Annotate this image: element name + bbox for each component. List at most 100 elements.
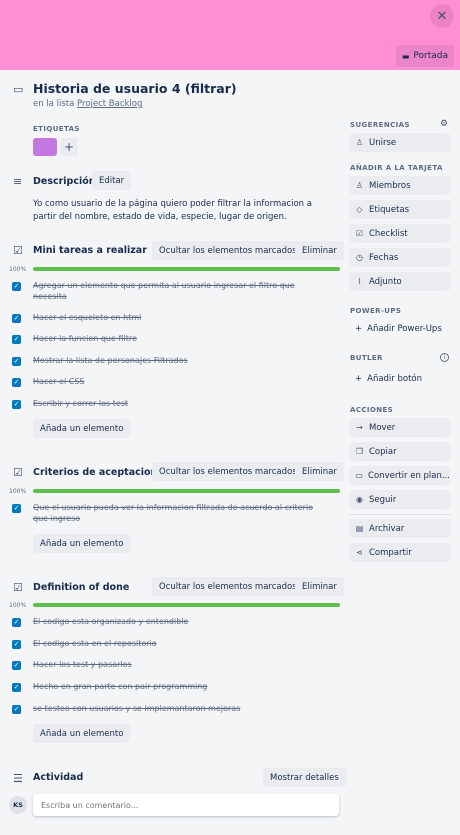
archive-icon: ▤: [355, 524, 364, 533]
hide-checked-button[interactable]: Ocultar los elementos marcados: [152, 462, 304, 481]
copy-button[interactable]: ❐ Copiar: [350, 442, 450, 461]
clock-icon: ◷: [356, 253, 363, 262]
checklist-progress-percent: 100%: [9, 266, 27, 273]
template-icon: ▭: [355, 471, 363, 480]
checklist-progress-percent: 100%: [9, 602, 27, 609]
delete-checklist-button[interactable]: Eliminar: [295, 241, 344, 260]
convert-label: Convertir en plan...: [368, 470, 450, 481]
checklist-title[interactable]: Definition of done: [33, 582, 129, 593]
checkbox[interactable]: ✓: [12, 357, 21, 366]
checklist-title[interactable]: Mini tareas a realizar: [33, 245, 147, 256]
hide-checked-button[interactable]: Ocultar los elementos marcados: [152, 577, 304, 596]
join-button[interactable]: ♙ Unirse: [350, 133, 450, 152]
hide-checked-button[interactable]: Ocultar los elementos marcados: [152, 241, 304, 260]
share-icon: ⋖: [356, 548, 363, 557]
card-list-info: en la lista Project Backlog: [33, 99, 142, 109]
checkbox[interactable]: ✓: [12, 400, 21, 409]
checkbox[interactable]: ✓: [12, 378, 21, 387]
checkbox[interactable]: ✓: [12, 661, 21, 670]
checklist-item[interactable]: se testeo con usuarios y se implemantaro…: [33, 703, 323, 714]
person-icon: ♙: [355, 138, 364, 147]
close-card-button[interactable]: ✕: [430, 4, 454, 28]
checklist-item[interactable]: El codigo esta organizado y entendible: [33, 616, 323, 627]
butler-heading: BUTLER: [350, 354, 383, 362]
checkbox[interactable]: ✓: [12, 705, 21, 714]
add-item-button[interactable]: Añada un elemento: [33, 419, 131, 438]
checklist-button[interactable]: ☑ Checklist: [350, 224, 450, 243]
checkbox[interactable]: ✓: [12, 640, 21, 649]
checklist-item[interactable]: El codigo esta en el repositorio: [33, 638, 323, 649]
comment-input[interactable]: [33, 794, 339, 816]
edit-description-button[interactable]: Editar: [92, 171, 132, 190]
checkbox[interactable]: ✓: [12, 282, 21, 291]
info-icon[interactable]: i: [440, 353, 449, 362]
checklist-progress-percent: 100%: [9, 488, 27, 495]
checklist-item[interactable]: Hacer los test y pasarlos: [33, 659, 323, 670]
checklist-label: Checklist: [369, 228, 408, 239]
move-button[interactable]: → Mover: [350, 418, 450, 437]
checklist-item[interactable]: Hacer el CSS: [33, 376, 323, 387]
cover-button-label: Portada: [413, 51, 448, 61]
add-item-button[interactable]: Añada un elemento: [33, 724, 131, 743]
checklist-progress-bar: [33, 603, 340, 607]
checklist-title[interactable]: Criterios de aceptacion: [33, 467, 157, 478]
follow-button[interactable]: ◉ Seguir: [350, 490, 450, 509]
avatar[interactable]: KS: [9, 796, 27, 814]
delete-checklist-button[interactable]: Eliminar: [295, 577, 344, 596]
description-heading: Descripción: [33, 176, 96, 187]
checklist-item[interactable]: Hacer la funcion que filtre: [33, 333, 323, 344]
join-label: Unirse: [369, 137, 397, 148]
plus-icon: +: [355, 324, 363, 334]
checklist-item[interactable]: Mostrar la lista de personajes Filtrados: [33, 355, 323, 366]
powerups-heading: POWER-UPS: [350, 307, 402, 315]
list-link[interactable]: Project Backlog: [77, 99, 142, 109]
add-powerups-label: Añadir Power-Ups: [367, 324, 442, 334]
suggestions-heading: SUGERENCIAS: [350, 121, 410, 129]
dates-button[interactable]: ◷ Fechas: [350, 248, 450, 267]
archive-label: Archivar: [369, 523, 405, 534]
checkbox[interactable]: ✓: [12, 504, 21, 513]
add-label-button[interactable]: +: [60, 138, 78, 156]
person-icon: ♙: [355, 181, 364, 190]
labels-label: Etiquetas: [369, 204, 410, 215]
add-powerups-button[interactable]: + Añadir Power-Ups: [355, 324, 442, 334]
card-icon: ▬: [401, 51, 410, 61]
move-label: Mover: [369, 422, 396, 433]
add-button-button[interactable]: + Añadir botón: [355, 374, 422, 384]
follow-label: Seguir: [369, 494, 397, 505]
checklist-icon: ☑: [13, 244, 23, 257]
checklist-item[interactable]: Hacer el esqueleto en html: [33, 312, 323, 323]
cover-button[interactable]: ▬ Portada: [395, 45, 454, 67]
archive-button[interactable]: ▤ Archivar: [350, 519, 450, 538]
delete-checklist-button[interactable]: Eliminar: [295, 462, 344, 481]
in-list-prefix: en la lista: [33, 99, 75, 109]
eye-icon: ◉: [356, 495, 363, 504]
checkbox[interactable]: ✓: [12, 314, 21, 323]
checklist-progress-bar: [33, 267, 340, 271]
attachment-button[interactable]: ⌇ Adjunto: [350, 272, 450, 291]
labels-button[interactable]: ◇ Etiquetas: [350, 200, 450, 219]
checkbox[interactable]: ✓: [12, 335, 21, 344]
label-chip-purple[interactable]: [33, 138, 57, 156]
checklist-icon: ☑: [13, 581, 23, 594]
checkbox[interactable]: ✓: [12, 683, 21, 692]
checklist-item[interactable]: Hecho en gran parte con pair programming: [33, 681, 323, 692]
members-label: Miembros: [369, 180, 411, 191]
description-icon: ≡: [13, 175, 23, 188]
members-button[interactable]: ♙ Miembros: [350, 176, 450, 195]
checklist-item[interactable]: Escribir y correr los test: [33, 398, 323, 409]
gear-icon[interactable]: ⚙: [440, 119, 448, 129]
checkbox[interactable]: ✓: [12, 618, 21, 627]
convert-button[interactable]: ▭ Convertir en plan...: [350, 466, 450, 485]
description-text[interactable]: Yo como usuario de la página quiero pode…: [33, 198, 328, 223]
card-title[interactable]: Historia de usuario 4 (filtrar): [33, 81, 237, 96]
divider: [350, 514, 450, 515]
checklist-item[interactable]: Agregar un elemento que permita al usuar…: [33, 280, 323, 302]
share-button[interactable]: ⋖ Compartir: [350, 543, 450, 562]
show-details-button[interactable]: Mostrar detalles: [263, 768, 346, 787]
add-item-button[interactable]: Añada un elemento: [33, 534, 131, 553]
tag-icon: ◇: [356, 205, 363, 214]
checklist-item[interactable]: Que el usuario pueda ver la informacion …: [33, 502, 323, 524]
checklist-icon: ☑: [355, 229, 364, 238]
paperclip-icon: ⌇: [357, 277, 362, 286]
